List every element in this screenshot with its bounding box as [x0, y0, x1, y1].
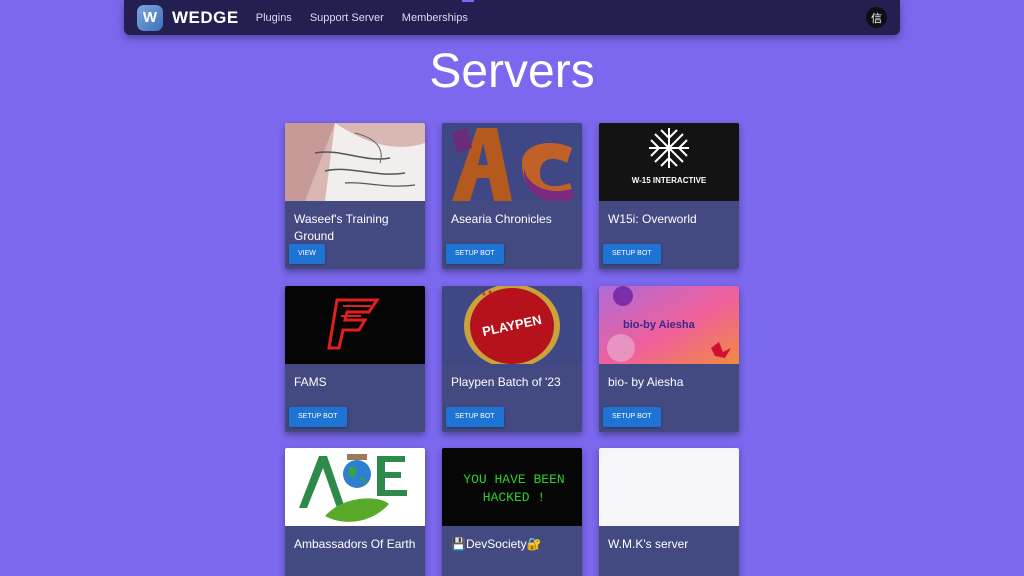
server-icon-text: bio-by Aiesha — [623, 319, 696, 331]
server-icon-image — [285, 448, 425, 526]
server-icon-image: bio-by Aiesha — [599, 286, 739, 364]
setup-bot-button[interactable]: SETUP BOT — [446, 407, 504, 427]
view-button[interactable]: VIEW — [289, 244, 325, 264]
server-card: Asearia Chronicles SETUP BOT — [442, 123, 582, 269]
server-icon-text: HACKED ! — [483, 490, 545, 505]
server-card: Waseef's Training Ground VIEW — [285, 123, 425, 269]
server-card: PLAYPEN Playpen Batch of '23 SETUP BOT — [442, 286, 582, 432]
server-name: Ambassadors Of Earth — [294, 537, 416, 551]
server-card: bio-by Aiesha bio- by Aiesha SETUP BOT — [599, 286, 739, 432]
setup-bot-button[interactable]: SETUP BOT — [289, 407, 347, 427]
server-icon-image: YOU HAVE BEEN HACKED ! — [442, 448, 582, 526]
server-icon-image — [285, 123, 425, 201]
server-icon-image — [442, 123, 582, 201]
server-icon-text: W-15 INTERACTIVE — [632, 176, 707, 185]
server-icon-image — [599, 448, 739, 526]
setup-bot-button[interactable]: SETUP BOT — [603, 244, 661, 264]
nav-link-support-server[interactable]: Support Server — [310, 12, 384, 24]
server-icon-image — [285, 286, 425, 364]
server-icon-image: W-15 INTERACTIVE — [599, 123, 739, 201]
nav-active-indicator — [462, 0, 474, 2]
server-name: W15i: Overworld — [608, 212, 697, 226]
server-icon-text: YOU HAVE BEEN — [463, 472, 564, 487]
server-name: Asearia Chronicles — [451, 212, 552, 226]
server-name: bio- by Aiesha — [608, 375, 684, 389]
server-card: FAMS SETUP BOT — [285, 286, 425, 432]
setup-bot-button[interactable]: SETUP BOT — [603, 407, 661, 427]
server-icon-image: PLAYPEN — [442, 286, 582, 364]
top-navbar: W WEDGE Plugins Support Server Membershi… — [124, 0, 900, 35]
server-name: FAMS — [294, 375, 327, 389]
wedge-logo-icon[interactable]: W — [137, 4, 163, 31]
server-name: 💾DevSociety🔐 — [451, 537, 542, 551]
server-card: Ambassadors Of Earth — [285, 448, 425, 576]
user-avatar[interactable]: 信 — [866, 7, 887, 28]
server-card: W.M.K's server — [599, 448, 739, 576]
server-card: YOU HAVE BEEN HACKED ! 💾DevSociety🔐 — [442, 448, 582, 576]
server-card: W-15 INTERACTIVE W15i: Overworld SETUP B… — [599, 123, 739, 269]
server-name: Playpen Batch of '23 — [451, 375, 561, 389]
setup-bot-button[interactable]: SETUP BOT — [446, 244, 504, 264]
server-name: W.M.K's server — [608, 537, 689, 551]
nav-link-plugins[interactable]: Plugins — [256, 12, 292, 24]
brand-name[interactable]: WEDGE — [172, 8, 239, 28]
server-name: Waseef's Training Ground — [294, 212, 389, 243]
page-title: Servers — [429, 45, 595, 98]
nav-link-memberships[interactable]: Memberships — [402, 12, 468, 24]
